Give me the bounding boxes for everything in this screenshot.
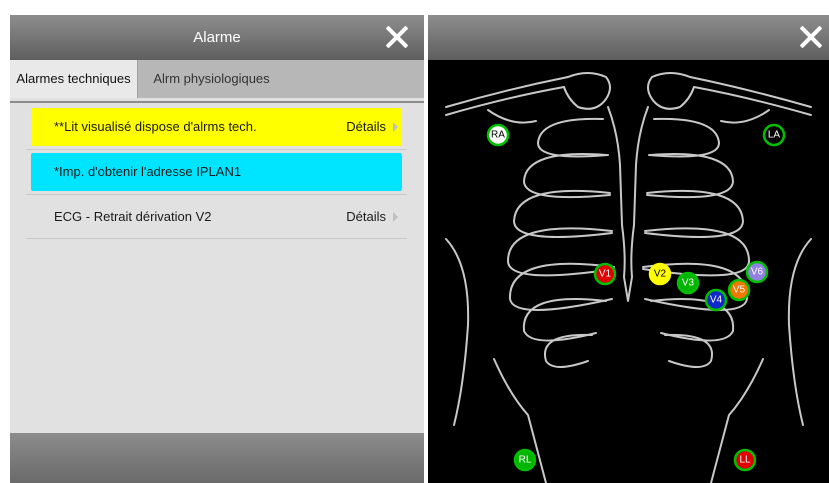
row-divider: [26, 149, 407, 150]
alarm-title: Alarme: [193, 29, 241, 46]
electrode-v3[interactable]: V3: [676, 271, 700, 295]
close-icon[interactable]: [386, 26, 408, 48]
tab-divider: [10, 101, 424, 103]
svg-text:V1: V1: [599, 269, 612, 280]
svg-text:V2: V2: [654, 269, 667, 280]
ecg-lead-panel: RA LA V1 V2 V3 V4 V5 V6 RL LL: [428, 15, 829, 483]
alarm-row-ecg-lead-off[interactable]: ECG - Retrait dérivation V2 Détails: [31, 198, 402, 236]
electrode-v4[interactable]: V4: [704, 288, 728, 312]
electrode-rl[interactable]: RL: [513, 448, 537, 472]
electrode-v5[interactable]: V5: [727, 278, 751, 302]
svg-text:V5: V5: [733, 285, 746, 296]
alarm-panel: Alarme Alarmes techniques Alrm physiolog…: [10, 15, 424, 483]
row-divider: [26, 238, 407, 239]
details-button[interactable]: Détails: [346, 108, 386, 146]
details-button[interactable]: Détails: [346, 198, 386, 236]
torso-diagram: RA LA V1 V2 V3 V4 V5 V6 RL LL: [445, 72, 812, 483]
tab-physiological-alarms[interactable]: Alrm physiologiques: [139, 60, 284, 98]
alarm-text: ECG - Retrait dérivation V2: [54, 209, 212, 224]
chevron-right-icon: [393, 122, 398, 132]
alarm-footer: [10, 433, 424, 483]
electrode-ra[interactable]: RA: [486, 123, 510, 147]
electrode-ll[interactable]: LL: [733, 448, 757, 472]
alarm-text: *Imp. d'obtenir l'adresse IPLAN1: [54, 164, 242, 179]
electrode-v1[interactable]: V1: [593, 262, 617, 286]
alarm-header: Alarme: [10, 15, 424, 60]
svg-text:LA: LA: [768, 130, 781, 141]
alarm-text: **Lit visualisé dispose d'alrms tech.: [54, 119, 257, 134]
alarm-row-iplan-address[interactable]: *Imp. d'obtenir l'adresse IPLAN1: [31, 153, 402, 191]
tab-bar: Alarmes techniques Alrm physiologiques: [10, 60, 424, 98]
tab-technical-alarms[interactable]: Alarmes techniques: [10, 60, 138, 98]
svg-text:LL: LL: [739, 455, 751, 466]
svg-text:V3: V3: [682, 278, 695, 289]
svg-text:RL: RL: [519, 455, 532, 466]
chevron-right-icon: [393, 212, 398, 222]
svg-text:V6: V6: [751, 267, 764, 278]
electrode-v2[interactable]: V2: [648, 262, 672, 286]
electrode-la[interactable]: LA: [762, 123, 786, 147]
svg-text:RA: RA: [491, 130, 505, 141]
alarm-row-tech-alarms[interactable]: **Lit visualisé dispose d'alrms tech. Dé…: [31, 108, 402, 146]
electrode-v6[interactable]: V6: [745, 260, 769, 284]
row-divider: [26, 194, 407, 195]
svg-text:V4: V4: [710, 295, 723, 306]
